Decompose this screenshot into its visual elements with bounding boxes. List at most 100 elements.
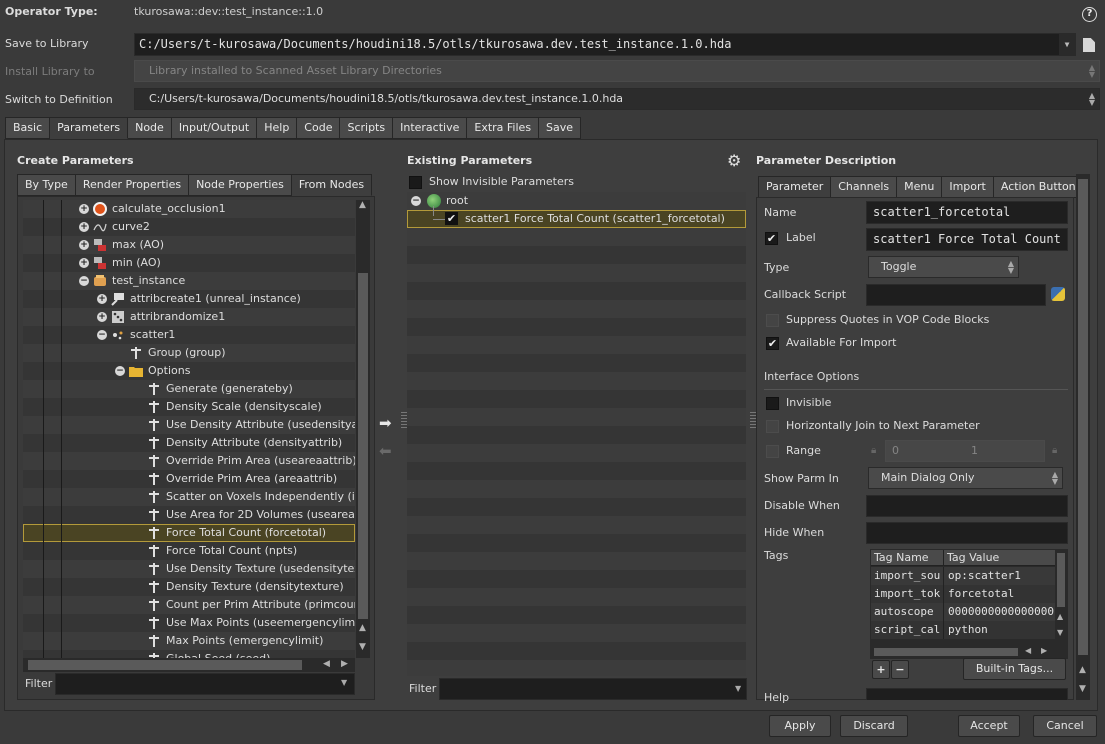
tree-row[interactable]: Count per Prim Attribute (primcountat bbox=[23, 596, 355, 614]
tab-render-properties[interactable]: Render Properties bbox=[75, 174, 190, 196]
tree-vscroll-thumb[interactable] bbox=[357, 272, 369, 620]
existing-tree-row[interactable] bbox=[407, 642, 746, 660]
tab-channels[interactable]: Channels bbox=[831, 176, 898, 198]
discard-button[interactable]: Discard bbox=[840, 715, 908, 737]
history-dropdown-icon[interactable]: ▼ bbox=[1059, 34, 1075, 55]
existing-tree-row[interactable] bbox=[407, 480, 746, 498]
tab-parameters[interactable]: Parameters bbox=[50, 117, 129, 139]
existing-tree-row[interactable] bbox=[407, 606, 746, 624]
file-browse-icon[interactable] bbox=[1083, 38, 1095, 52]
tag-name-cell[interactable]: import_sou bbox=[874, 567, 944, 585]
expand-toggle-icon[interactable]: − bbox=[79, 276, 89, 286]
tab-basic[interactable]: Basic bbox=[5, 117, 51, 139]
existing-tree-row[interactable] bbox=[407, 336, 746, 354]
show-parm-in-combo[interactable]: Main Dialog Only ▲ ▼ bbox=[868, 467, 1063, 489]
tab-interactive[interactable]: Interactive bbox=[393, 117, 468, 139]
disable-when-field[interactable] bbox=[866, 495, 1068, 517]
tag-name-header[interactable]: Tag Name bbox=[874, 551, 929, 564]
switch-definition-combo[interactable]: C:/Users/t-kurosawa/Documents/houdini18.… bbox=[134, 88, 1100, 110]
parameter-checkbox[interactable]: ✔ bbox=[445, 212, 458, 225]
existing-tree-row[interactable] bbox=[407, 624, 746, 642]
tree-row[interactable]: Use Max Points (useemergencylimit) bbox=[23, 614, 355, 632]
tab-code[interactable]: Code bbox=[297, 117, 341, 139]
range-checkbox[interactable] bbox=[766, 445, 779, 458]
tags-hscrollbar[interactable]: ◀ ▶ bbox=[871, 646, 1055, 658]
existing-tree-row[interactable] bbox=[407, 354, 746, 372]
available-import-checkbox[interactable]: ✔ bbox=[766, 337, 779, 350]
tag-value-cell[interactable]: forcetotal bbox=[948, 585, 1014, 603]
tab-node-properties[interactable]: Node Properties bbox=[189, 174, 292, 196]
tree-row[interactable]: + attribrandomize1 bbox=[23, 308, 355, 326]
accept-button[interactable]: Accept bbox=[958, 715, 1020, 737]
builtin-tags-button[interactable]: Built-in Tags... bbox=[963, 658, 1066, 680]
tags-hscroll-thumb[interactable] bbox=[873, 647, 1019, 657]
scroll-up-arrow[interactable]: ▲ bbox=[359, 200, 366, 210]
tab-input-output[interactable]: Input/Output bbox=[171, 117, 258, 139]
hide-when-field[interactable] bbox=[866, 522, 1068, 544]
existing-tree-row[interactable] bbox=[407, 372, 746, 390]
tag-value-header[interactable]: Tag Value bbox=[947, 551, 999, 564]
tag-value-cell[interactable]: 0000000000000000 bbox=[948, 603, 1054, 621]
tag-name-cell[interactable]: script_cal bbox=[874, 621, 944, 639]
help-field[interactable] bbox=[866, 688, 1068, 700]
existing-tree-row[interactable]: − root bbox=[407, 192, 746, 210]
tab-node[interactable]: Node bbox=[128, 117, 172, 139]
tag-value-cell[interactable]: op:scatter1 bbox=[948, 567, 1021, 585]
tree-row[interactable]: Use Density Texture (usedensitytextur bbox=[23, 560, 355, 578]
tag-row[interactable]: import_sou op:scatter1 bbox=[871, 567, 1055, 585]
expand-toggle-icon[interactable]: + bbox=[79, 204, 89, 214]
tree-row[interactable]: + max (AO) bbox=[23, 236, 355, 254]
scroll-up-arrow[interactable]: ▲ bbox=[1079, 665, 1086, 675]
lock-icon[interactable]: 🔒︎ bbox=[871, 445, 876, 456]
tag-row[interactable]: autoscope 0000000000000000 bbox=[871, 603, 1055, 621]
expand-toggle-icon[interactable]: + bbox=[97, 312, 107, 322]
tags-vscrollbar[interactable]: ▲ ▼ bbox=[1055, 550, 1067, 646]
tree-row[interactable]: Override Prim Area (areaattrib) bbox=[23, 470, 355, 488]
scroll-down-arrow[interactable]: ▼ bbox=[359, 642, 366, 652]
existing-tree-row[interactable] bbox=[407, 444, 746, 462]
tree-vscrollbar[interactable]: ▲ ▲ ▼ bbox=[356, 200, 370, 658]
tree-row[interactable]: Scatter on Voxels Independently (inde bbox=[23, 488, 355, 506]
save-to-library-field[interactable]: C:/Users/t-kurosawa/Documents/houdini18.… bbox=[134, 33, 1076, 56]
tree-row[interactable]: Density Texture (densitytexture) bbox=[23, 578, 355, 596]
scroll-down-arrow[interactable]: ▼ bbox=[1079, 684, 1086, 694]
existing-tree-row[interactable] bbox=[407, 246, 746, 264]
existing-tree-row[interactable] bbox=[407, 660, 746, 676]
tree-row[interactable]: Group (group) bbox=[23, 344, 355, 362]
scroll-left-arrow[interactable]: ◀ bbox=[1025, 646, 1031, 655]
existing-tree-row[interactable] bbox=[407, 552, 746, 570]
scroll-down-arrow[interactable]: ▼ bbox=[1057, 628, 1063, 637]
existing-tree-row[interactable] bbox=[407, 588, 746, 606]
existing-parameters-tree[interactable]: − root ✔ scatter1 Force Total Count (scatte… bbox=[407, 192, 746, 676]
existing-tree-row[interactable] bbox=[407, 318, 746, 336]
tree-row[interactable]: Use Density Attribute (usedensityattri bbox=[23, 416, 355, 434]
expand-toggle-icon[interactable]: + bbox=[79, 222, 89, 232]
horizontal-join-checkbox[interactable] bbox=[766, 420, 779, 433]
tab-help[interactable]: Help bbox=[257, 117, 298, 139]
tree-hscrollbar[interactable]: ◀ ▶ bbox=[23, 658, 355, 672]
name-field[interactable]: scatter1_forcetotal bbox=[866, 201, 1068, 224]
type-combo[interactable]: Toggle ▲ ▼ bbox=[868, 256, 1019, 278]
tag-name-cell[interactable]: autoscope bbox=[874, 603, 944, 621]
show-invisible-checkbox[interactable] bbox=[409, 176, 422, 189]
suppress-quotes-checkbox[interactable] bbox=[766, 314, 779, 327]
existing-tree-row[interactable] bbox=[407, 498, 746, 516]
filter-dropdown-icon[interactable]: ▼ bbox=[341, 678, 347, 687]
tree-hscroll-thumb[interactable] bbox=[27, 659, 303, 671]
add-tag-button[interactable]: + bbox=[872, 660, 890, 679]
filter-dropdown-icon[interactable]: ▼ bbox=[735, 684, 741, 693]
tab-parameter[interactable]: Parameter bbox=[758, 176, 832, 198]
help-icon[interactable]: ? bbox=[1082, 7, 1097, 22]
create-filter-input[interactable] bbox=[55, 673, 355, 695]
existing-tree-row[interactable] bbox=[407, 282, 746, 300]
expand-toggle-icon[interactable]: + bbox=[79, 240, 89, 250]
existing-tree-row[interactable] bbox=[407, 534, 746, 552]
existing-filter-input[interactable] bbox=[439, 678, 747, 700]
expand-toggle-icon[interactable]: − bbox=[97, 330, 107, 340]
expand-toggle-icon[interactable]: − bbox=[115, 366, 125, 376]
tree-row[interactable]: − test_instance bbox=[23, 272, 355, 290]
cancel-button[interactable]: Cancel bbox=[1033, 715, 1097, 737]
existing-tree-row[interactable] bbox=[407, 570, 746, 588]
tree-row[interactable]: + attribcreate1 (unreal_instance) bbox=[23, 290, 355, 308]
tree-row[interactable]: − Options bbox=[23, 362, 355, 380]
